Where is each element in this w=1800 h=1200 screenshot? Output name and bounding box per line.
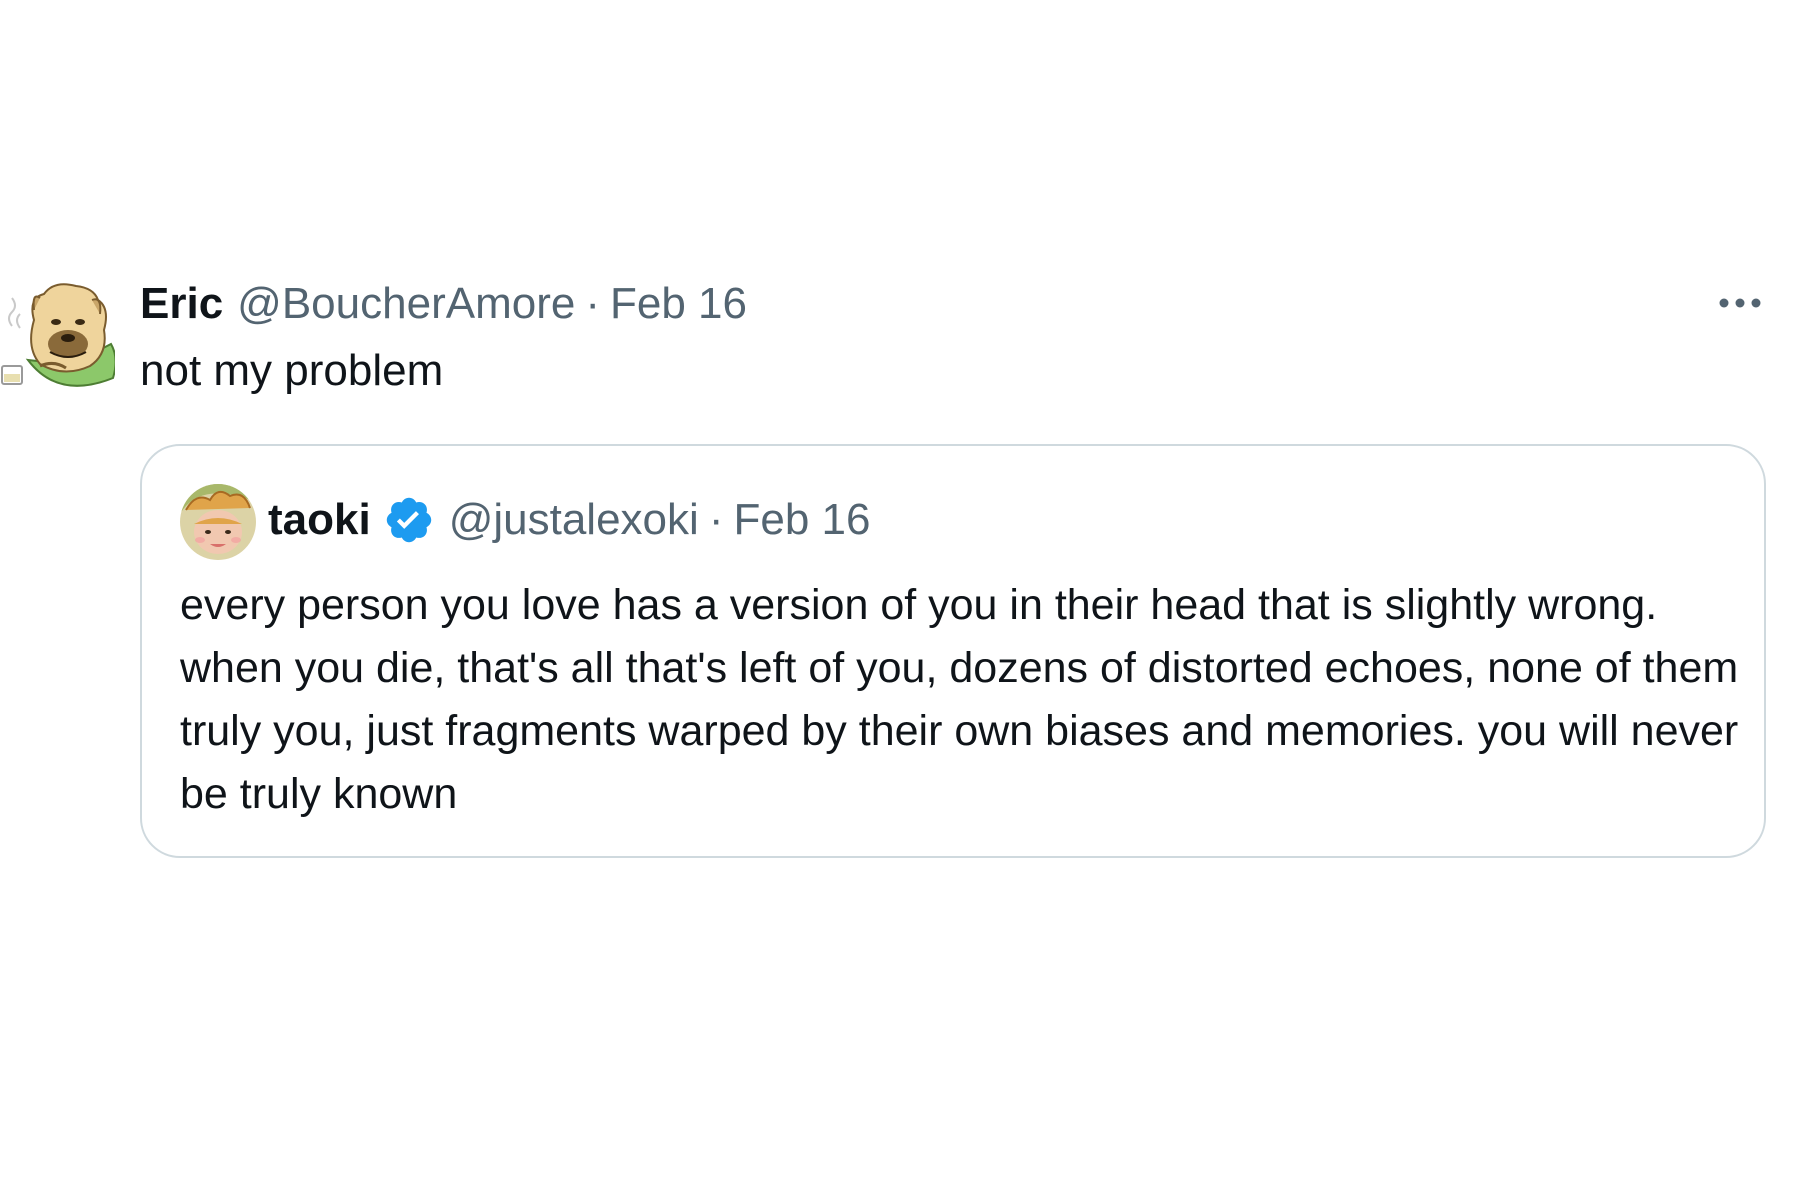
quoted-tweet-date[interactable]: Feb 16 xyxy=(733,495,870,545)
page: Eric @BoucherAmore · Feb 16 not my probl… xyxy=(0,0,1800,1200)
more-options-icon xyxy=(1719,298,1761,308)
verified-badge-icon xyxy=(386,497,431,543)
quoted-tweet-card[interactable]: taoki @justalexoki · Feb 16 every person… xyxy=(140,444,1766,858)
tweet-header: Eric @BoucherAmore · Feb 16 xyxy=(140,276,747,332)
quoted-author-name[interactable]: taoki xyxy=(268,495,371,545)
separator-dot: · xyxy=(585,279,600,328)
verified-badge xyxy=(383,494,435,546)
quoted-author-handle[interactable]: @justalexoki xyxy=(449,495,699,545)
cartoon-avatar-icon xyxy=(180,484,256,560)
author-avatar[interactable] xyxy=(0,280,117,400)
author-name[interactable]: Eric xyxy=(140,279,223,329)
more-options-button[interactable] xyxy=(1705,278,1775,328)
quoted-tweet-text: every person you love has a version of y… xyxy=(180,581,1739,818)
author-handle[interactable]: @BoucherAmore xyxy=(237,279,575,329)
tweet[interactable]: Eric @BoucherAmore · Feb 16 not my probl… xyxy=(0,270,1800,870)
separator-dot: · xyxy=(708,495,724,544)
tweet-date[interactable]: Feb 16 xyxy=(610,279,747,329)
quoted-tweet-header: taoki @justalexoki · Feb 16 xyxy=(268,490,870,550)
tweet-text: not my problem xyxy=(140,346,444,395)
cartoon-pug-avatar-icon xyxy=(1,283,117,387)
quoted-author-avatar[interactable] xyxy=(180,484,256,560)
